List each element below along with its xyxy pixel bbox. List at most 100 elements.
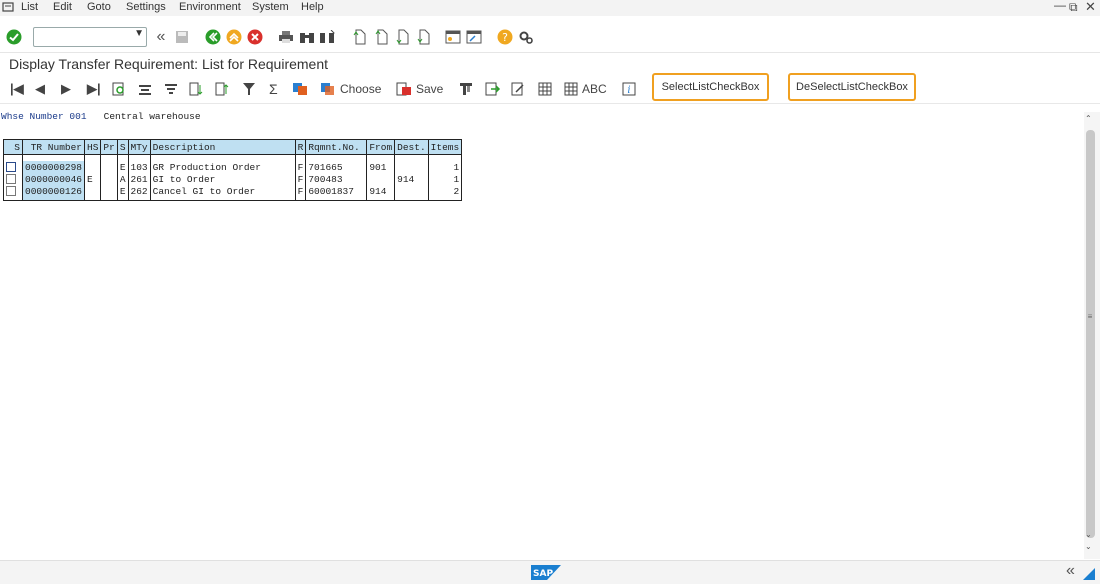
choose-button[interactable]: Choose	[320, 80, 381, 98]
vertical-scrollbar[interactable]: ⌃ ≡ ⌄ ⌄	[1084, 112, 1100, 559]
tr-number[interactable]: 0000000298	[21, 161, 86, 173]
previous-page-icon[interactable]	[372, 28, 390, 46]
restore-icon[interactable]: ⧉	[1069, 0, 1078, 15]
tr-number[interactable]: 0000000126	[21, 185, 86, 201]
scroll-down-icon[interactable]: ⌄	[1085, 530, 1092, 539]
col-hs[interactable]: HS	[84, 139, 102, 155]
choose-label: Choose	[340, 82, 382, 96]
find-icon[interactable]	[298, 28, 316, 46]
menu-goto[interactable]: Goto	[87, 1, 111, 13]
scroll-up-icon[interactable]: ⌃	[1085, 114, 1092, 123]
export-icon[interactable]	[485, 80, 501, 98]
center-icon[interactable]	[138, 80, 152, 98]
row-checkbox[interactable]	[6, 185, 16, 196]
abc-label: ABC	[582, 82, 607, 96]
next-item-icon[interactable]: ▶	[61, 80, 71, 98]
menu-list[interactable]: List	[21, 1, 38, 13]
status-triangle-icon[interactable]	[1083, 568, 1095, 580]
col-items[interactable]: Items	[427, 139, 463, 155]
next-page-icon[interactable]	[393, 28, 411, 46]
print-icon[interactable]	[277, 28, 295, 46]
row-checkbox[interactable]	[6, 161, 16, 172]
hs	[84, 161, 102, 173]
first-item-icon[interactable]: |◀	[10, 80, 24, 98]
menu-help[interactable]: Help	[301, 1, 324, 13]
deselect-list-checkbox-button[interactable]: DeSelectListCheckBox	[788, 73, 916, 101]
last-item-icon[interactable]: ▶|	[87, 80, 101, 98]
deselect-list-checkbox-label: DeSelectListCheckBox	[796, 81, 908, 93]
minimize-icon[interactable]: —	[1054, 0, 1066, 12]
col-r[interactable]: R	[294, 139, 307, 155]
application-toolbar: |◀ ◀ ▶ ▶| Σ Choose Save ABC i	[0, 75, 1100, 104]
last-page-icon[interactable]	[414, 28, 432, 46]
previous-item-icon[interactable]: ◀	[35, 80, 45, 98]
save-disk-icon[interactable]	[173, 28, 191, 46]
menu-system[interactable]: System	[252, 1, 289, 13]
reference-type: F	[294, 185, 307, 201]
pr	[100, 185, 118, 201]
row-checkbox[interactable]	[6, 173, 16, 184]
create-session-icon[interactable]	[444, 28, 462, 46]
pr	[100, 161, 118, 173]
info-icon[interactable]: i	[622, 80, 636, 98]
list-content: Whse Number 001 Central warehouse S TR N…	[0, 104, 1084, 559]
save-label: Save	[416, 82, 444, 96]
description: Cancel GI to Order	[149, 185, 296, 201]
menu-edit[interactable]: Edit	[53, 1, 72, 13]
save-button[interactable]: Save	[396, 80, 443, 98]
app-menu-icon[interactable]	[2, 1, 14, 13]
table-row: 0000000046 E A 261 GI to Order F 700483 …	[3, 173, 463, 185]
subtotal-icon[interactable]	[292, 80, 308, 98]
dest	[394, 185, 429, 201]
help-icon[interactable]: ?	[496, 28, 514, 46]
edit-document-icon[interactable]	[511, 80, 525, 98]
tr-number[interactable]: 0000000046	[21, 173, 86, 185]
cancel-icon[interactable]	[246, 28, 264, 46]
col-pr[interactable]: Pr	[100, 139, 118, 155]
col-s2[interactable]: S	[116, 139, 129, 155]
sort-ascending-icon[interactable]	[189, 80, 203, 98]
col-rqmnt-no[interactable]: Rqmnt.No.	[305, 139, 368, 155]
warehouse-number: Whse Number 001	[1, 111, 87, 122]
spreadsheet-icon[interactable]	[538, 80, 552, 98]
menu-settings[interactable]: Settings	[126, 1, 166, 13]
requirement-number: 701665	[305, 161, 368, 173]
col-dest[interactable]: Dest.	[394, 139, 429, 155]
settings-gear-icon[interactable]	[517, 28, 535, 46]
find-next-icon[interactable]	[318, 28, 336, 46]
shortcut-icon[interactable]	[465, 28, 483, 46]
back-icon[interactable]	[204, 28, 222, 46]
svg-text:SAP: SAP	[533, 569, 553, 579]
exit-icon[interactable]	[225, 28, 243, 46]
row-checkbox-cell	[3, 185, 23, 201]
first-page-icon[interactable]	[350, 28, 368, 46]
col-s[interactable]: S	[3, 139, 23, 155]
close-window-icon[interactable]: ✕	[1085, 0, 1096, 15]
from: 901	[366, 161, 396, 173]
menu-environment[interactable]: Environment	[179, 1, 241, 13]
collapse-left-icon[interactable]: «	[152, 28, 170, 46]
warehouse-header: Whse Number 001 Central warehouse	[1, 111, 201, 122]
select-list-checkbox-button[interactable]: SelectListCheckBox	[652, 73, 769, 101]
command-field[interactable]: ▼	[33, 27, 147, 47]
layout-icon[interactable]	[459, 80, 473, 98]
collapse-status-icon[interactable]: «	[1066, 562, 1075, 580]
details-icon[interactable]	[112, 80, 126, 98]
sort-icon[interactable]	[164, 80, 178, 98]
col-tr-number[interactable]: TR Number	[21, 139, 86, 155]
page-title: Display Transfer Requirement: List for R…	[9, 56, 329, 72]
filter-icon[interactable]	[242, 80, 256, 98]
enter-icon[interactable]	[5, 28, 23, 46]
sum-icon[interactable]: Σ	[269, 80, 278, 98]
col-from[interactable]: From	[366, 139, 396, 155]
description: GI to Order	[149, 173, 296, 185]
col-mty[interactable]: MTy	[127, 139, 151, 155]
scroll-bottom-icon[interactable]: ⌄	[1085, 542, 1092, 551]
sort-descending-icon[interactable]	[215, 80, 229, 98]
col-description[interactable]: Description	[149, 139, 296, 155]
title-bar: Display Transfer Requirement: List for R…	[0, 52, 1100, 75]
abc-analysis-button[interactable]: ABC	[564, 80, 607, 98]
transfer-requirements-table: S TR Number HS Pr S MTy Description R Rq…	[3, 139, 463, 201]
chevron-down-icon[interactable]: ▼	[134, 28, 144, 39]
scrollbar-thumb[interactable]	[1086, 130, 1095, 538]
